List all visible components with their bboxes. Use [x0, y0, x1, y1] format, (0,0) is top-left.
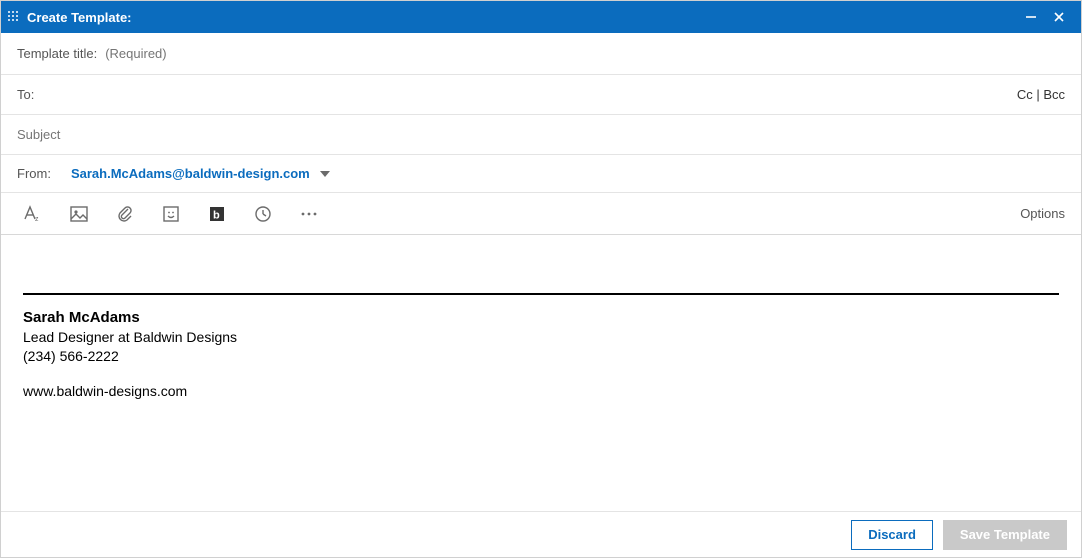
template-title-label: Template title: — [17, 46, 97, 61]
minimize-button[interactable] — [1017, 3, 1045, 31]
drag-grip-icon — [7, 10, 21, 24]
subject-input[interactable] — [17, 127, 1065, 142]
editor-toolbar: z b — [1, 193, 1081, 235]
from-row: From: Sarah.McAdams@baldwin-design.com — [1, 155, 1081, 193]
create-template-window: Create Template: Template title: To: Cc … — [0, 0, 1082, 558]
footer: Discard Save Template — [1, 511, 1081, 557]
options-link[interactable]: Options — [1020, 206, 1065, 221]
to-label: To: — [17, 87, 34, 102]
cc-bcc-toggle[interactable]: Cc | Bcc — [1017, 87, 1065, 102]
signature-website: www.baldwin-designs.com — [23, 382, 1059, 401]
to-row: To: Cc | Bcc — [1, 75, 1081, 115]
insert-emoji-icon[interactable] — [155, 198, 187, 230]
from-dropdown-caret-icon[interactable] — [320, 171, 330, 177]
insert-image-icon[interactable] — [63, 198, 95, 230]
from-label: From: — [17, 166, 51, 181]
titlebar: Create Template: — [1, 1, 1081, 33]
signature-role: Lead Designer at Baldwin Designs — [23, 328, 1059, 347]
template-title-input[interactable] — [105, 46, 1065, 61]
template-title-row: Template title: — [1, 33, 1081, 75]
message-body-editor[interactable]: Sarah McAdams Lead Designer at Baldwin D… — [1, 235, 1081, 511]
from-email[interactable]: Sarah.McAdams@baldwin-design.com — [71, 166, 310, 181]
svg-text:b: b — [213, 209, 220, 221]
bold-square-icon[interactable]: b — [201, 198, 233, 230]
signature-phone: (234) 566-2222 — [23, 347, 1059, 366]
to-input[interactable] — [42, 87, 529, 102]
close-button[interactable] — [1045, 3, 1073, 31]
svg-text:z: z — [35, 216, 39, 223]
font-format-icon[interactable]: z — [17, 198, 49, 230]
schedule-clock-icon[interactable] — [247, 198, 279, 230]
signature-separator — [23, 293, 1059, 295]
window-title: Create Template: — [27, 10, 132, 25]
subject-row — [1, 115, 1081, 155]
more-options-icon[interactable] — [293, 198, 325, 230]
discard-button[interactable]: Discard — [851, 520, 933, 550]
signature-name: Sarah McAdams — [23, 309, 1059, 326]
save-template-button[interactable]: Save Template — [943, 520, 1067, 550]
attach-file-icon[interactable] — [109, 198, 141, 230]
